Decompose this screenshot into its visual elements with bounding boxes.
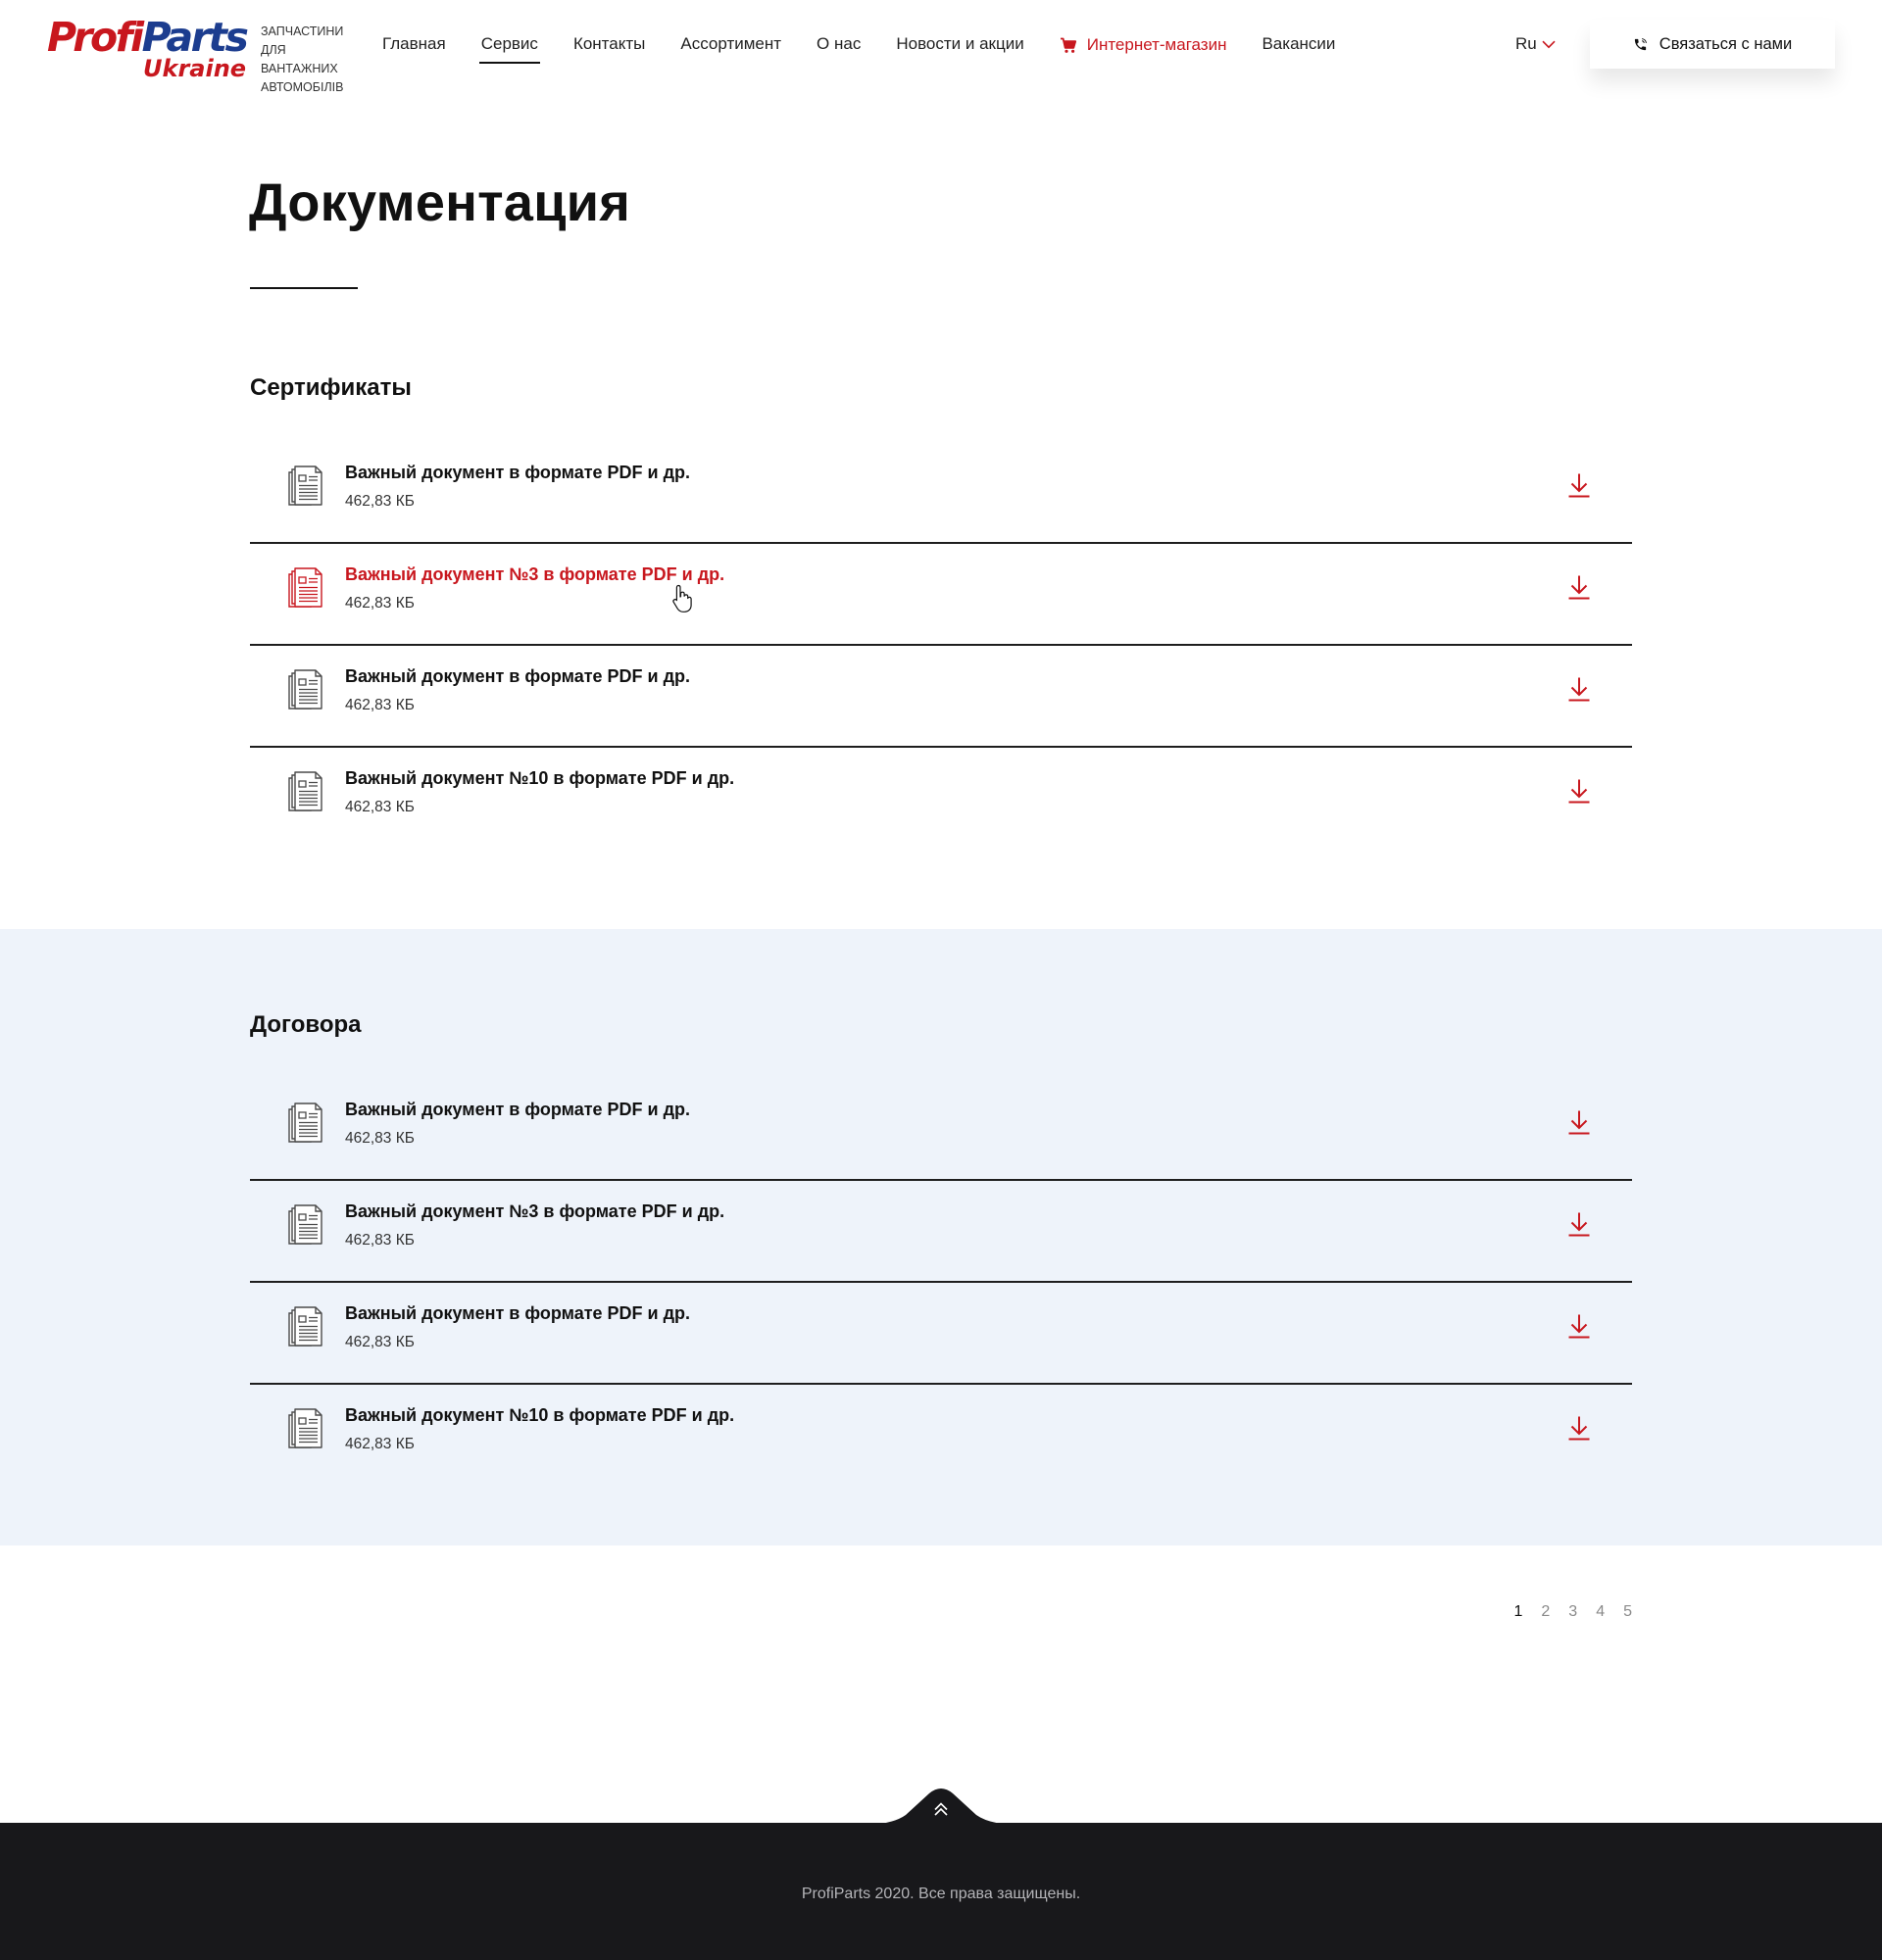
nav-item-contacts[interactable]: Контакты (573, 32, 645, 58)
pagination: 12345 (1495, 1601, 1632, 1623)
page-link-1[interactable]: 1 (1513, 1601, 1522, 1623)
document-title[interactable]: Важный документ в формате PDF и др. (345, 461, 690, 484)
section-heading-contracts: Договора (250, 1011, 362, 1038)
page-link-2[interactable]: 2 (1541, 1601, 1550, 1623)
document-row[interactable]: Важный документ №10 в формате PDF и др. 4… (250, 1385, 1632, 1487)
page-title: Документация (249, 173, 631, 232)
document-size: 462,83 КБ (345, 1130, 415, 1147)
document-size: 462,83 КБ (345, 1334, 415, 1350)
document-icon (287, 466, 324, 511)
phone-icon (1634, 37, 1647, 50)
document-row[interactable]: Важный документ в формате PDF и др. 462,8… (250, 442, 1632, 544)
page-link-5[interactable]: 5 (1623, 1601, 1632, 1623)
document-row[interactable]: Важный документ №3 в формате PDF и др. 46… (250, 544, 1632, 646)
section-heading-certificates: Сертификаты (250, 374, 412, 401)
contact-us-button[interactable]: Связаться с нами (1590, 20, 1835, 69)
nav-item-about[interactable]: О нас (817, 32, 861, 58)
document-size: 462,83 КБ (345, 1436, 415, 1452)
page-link-3[interactable]: 3 (1568, 1601, 1577, 1623)
contact-us-label: Связаться с нами (1659, 34, 1793, 53)
document-title[interactable]: Важный документ в формате PDF и др. (345, 664, 690, 688)
hand-cursor-icon (670, 583, 696, 612)
site-footer: ProfiParts 2020. Все права защищены. (0, 1823, 1882, 1960)
document-icon (287, 669, 324, 714)
document-size: 462,83 КБ (345, 1232, 415, 1249)
document-title[interactable]: Важный документ №3 в формате PDF и др. (345, 563, 724, 586)
certificates-list: Важный документ в формате PDF и др. 462,8… (250, 442, 1632, 850)
page-link-4[interactable]: 4 (1596, 1601, 1605, 1623)
download-arrow-icon[interactable] (1567, 1211, 1591, 1237)
copyright-text: ProfiParts 2020. Все права защищены. (801, 1886, 1081, 1902)
document-icon (287, 1306, 324, 1351)
nav-item-shop[interactable]: Интернет-магазин (1060, 32, 1227, 58)
nav-item-service[interactable]: Сервис (478, 32, 541, 64)
document-size: 462,83 КБ (345, 595, 415, 612)
back-to-top-button[interactable] (863, 1786, 1019, 1825)
document-row[interactable]: Важный документ №3 в формате PDF и др. 46… (250, 1181, 1632, 1283)
document-title[interactable]: Важный документ №10 в формате PDF и др. (345, 1403, 734, 1427)
download-arrow-icon[interactable] (1567, 472, 1591, 498)
language-switcher[interactable]: Ru (1515, 32, 1556, 56)
document-icon (287, 567, 324, 612)
nav-item-home[interactable]: Главная (382, 32, 446, 58)
document-row[interactable]: Важный документ в формате PDF и др. 462,8… (250, 646, 1632, 748)
document-icon (287, 771, 324, 816)
document-row[interactable]: Важный документ в формате PDF и др. 462,8… (250, 1079, 1632, 1181)
download-arrow-icon[interactable] (1567, 574, 1591, 600)
document-row[interactable]: Важный документ №10 в формате PDF и др. 4… (250, 748, 1632, 850)
contracts-list: Важный документ в формате PDF и др. 462,8… (250, 1079, 1632, 1487)
download-arrow-icon[interactable] (1567, 1109, 1591, 1135)
logo-tagline: Запчастини для вантажних автомобілів (261, 24, 344, 94)
logo[interactable]: ProfiParts Ukraine Запчастини для вантаж… (47, 14, 351, 94)
download-arrow-icon[interactable] (1567, 1313, 1591, 1339)
download-arrow-icon[interactable] (1567, 778, 1591, 804)
logo-country: Ukraine (143, 55, 247, 82)
nav-item-vacancies[interactable]: Вакансии (1262, 32, 1335, 58)
document-row[interactable]: Важный документ в формате PDF и др. 462,8… (250, 1283, 1632, 1385)
nav-item-assortment[interactable]: Ассортимент (680, 32, 781, 58)
document-icon (287, 1204, 324, 1250)
document-size: 462,83 КБ (345, 493, 415, 510)
site-header: ProfiParts Ukraine Запчастини для вантаж… (0, 0, 1882, 94)
chevron-down-icon (1542, 40, 1556, 48)
document-title[interactable]: Важный документ в формате PDF и др. (345, 1301, 690, 1325)
nav-item-shop-label: Интернет-магазин (1086, 35, 1227, 54)
document-title[interactable]: Важный документ №10 в формате PDF и др. (345, 766, 734, 790)
logo-wordmark: ProfiParts (47, 14, 249, 61)
document-size: 462,83 КБ (345, 697, 415, 713)
download-arrow-icon[interactable] (1567, 1415, 1591, 1441)
title-divider (250, 287, 358, 289)
document-size: 462,83 КБ (345, 799, 415, 815)
document-icon (287, 1102, 324, 1148)
download-arrow-icon[interactable] (1567, 676, 1591, 702)
cart-icon (1060, 37, 1076, 53)
document-icon (287, 1408, 324, 1453)
main-nav: Главная Сервис Контакты Ассортимент О на… (382, 32, 1370, 64)
language-current: Ru (1515, 34, 1537, 53)
nav-item-news[interactable]: Новости и акции (896, 32, 1023, 58)
document-title[interactable]: Важный документ в формате PDF и др. (345, 1098, 690, 1121)
document-title[interactable]: Важный документ №3 в формате PDF и др. (345, 1200, 724, 1223)
